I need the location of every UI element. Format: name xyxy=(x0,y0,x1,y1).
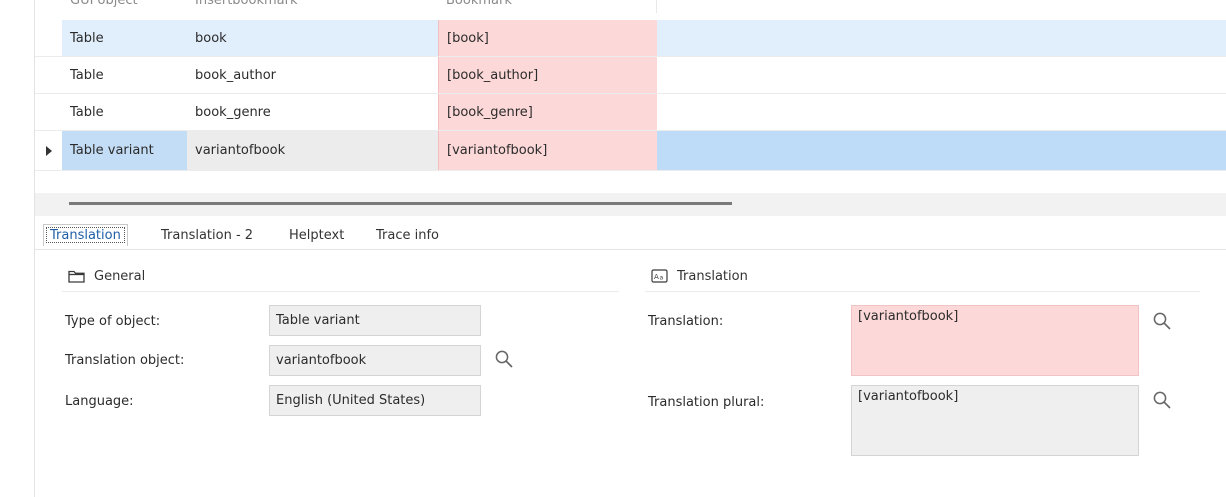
language-label: Language: xyxy=(65,394,134,409)
section-divider xyxy=(62,291,619,292)
table-row[interactable]: Table book [book] xyxy=(35,20,1226,57)
row-selector[interactable] xyxy=(35,94,62,130)
cell-filler xyxy=(657,94,1226,130)
column-header-gui-object[interactable]: GUI object xyxy=(62,0,187,13)
section-general-title: General xyxy=(94,268,146,284)
table-row[interactable]: Table book_author [book_author] xyxy=(35,57,1226,94)
cell-insertbookmark[interactable]: variantofbook xyxy=(187,131,438,170)
cell-filler xyxy=(657,57,1226,93)
horizontal-scrollbar[interactable] xyxy=(35,193,1226,216)
cell-bookmark[interactable]: [book_author] xyxy=(438,57,657,93)
translation-plural-textarea[interactable]: [variantofbook] xyxy=(851,385,1139,456)
cell-filler xyxy=(657,20,1226,56)
tab-translation[interactable]: Translation xyxy=(43,224,128,246)
column-header-bookmark[interactable]: Bookmark xyxy=(438,0,657,13)
translation-object-label: Translation object: xyxy=(65,353,185,368)
scrollbar-thumb[interactable] xyxy=(69,202,732,205)
svg-text:A: A xyxy=(654,273,659,281)
cell-bookmark[interactable]: [book_genre] xyxy=(438,94,657,130)
tab-helptext[interactable]: Helptext xyxy=(283,224,350,246)
bookmark-grid: GUI object Insertbookmark Bookmark Table… xyxy=(35,0,1226,171)
search-icon[interactable] xyxy=(1152,390,1172,410)
section-translation-title: Translation xyxy=(677,268,748,284)
translation-textarea[interactable]: [variantofbook] xyxy=(851,305,1139,376)
cell-insertbookmark[interactable]: book_author xyxy=(187,57,438,93)
table-row[interactable]: Table book_genre [book_genre] xyxy=(35,94,1226,131)
cell-gui-object[interactable]: Table xyxy=(62,57,187,93)
search-icon[interactable] xyxy=(494,349,514,369)
detail-tabs: Translation Translation - 2 Helptext Tra… xyxy=(35,222,1226,250)
translate-icon: A a xyxy=(651,269,668,283)
tab-trace-info[interactable]: Trace info xyxy=(370,224,445,246)
cell-gui-object[interactable]: Table xyxy=(62,20,187,56)
left-gutter xyxy=(0,0,35,497)
tab-translation-2[interactable]: Translation - 2 xyxy=(155,224,259,246)
translation-plural-label: Translation plural: xyxy=(648,395,765,410)
cell-filler xyxy=(657,131,1226,170)
search-icon[interactable] xyxy=(1152,311,1172,331)
svg-text:a: a xyxy=(660,275,664,282)
current-row-indicator-icon xyxy=(45,145,52,156)
type-of-object-label: Type of object: xyxy=(65,314,161,329)
cell-insertbookmark[interactable]: book_genre xyxy=(187,94,438,130)
folder-icon xyxy=(68,270,85,283)
section-general-header: General xyxy=(68,267,145,285)
cell-gui-object[interactable]: Table xyxy=(62,94,187,130)
row-selector[interactable] xyxy=(35,57,62,93)
language-field[interactable]: English (United States) xyxy=(269,385,481,416)
cell-gui-object[interactable]: Table variant xyxy=(62,131,187,170)
section-translation-header: A a Translation xyxy=(651,267,748,285)
type-of-object-field[interactable]: Table variant xyxy=(269,305,481,336)
translation-object-field[interactable]: variantofbook xyxy=(269,345,481,376)
grid-header: GUI object Insertbookmark Bookmark xyxy=(35,0,1226,20)
cell-insertbookmark[interactable]: book xyxy=(187,20,438,56)
table-row[interactable]: Table variant variantofbook [variantofbo… xyxy=(35,131,1226,171)
translation-label: Translation: xyxy=(648,314,724,329)
row-selector[interactable] xyxy=(35,131,62,170)
cell-bookmark[interactable]: [book] xyxy=(438,20,657,56)
section-divider xyxy=(645,291,1200,292)
cell-bookmark[interactable]: [variantofbook] xyxy=(438,131,657,170)
row-selector[interactable] xyxy=(35,20,62,56)
column-header-insertbookmark[interactable]: Insertbookmark xyxy=(187,0,438,13)
